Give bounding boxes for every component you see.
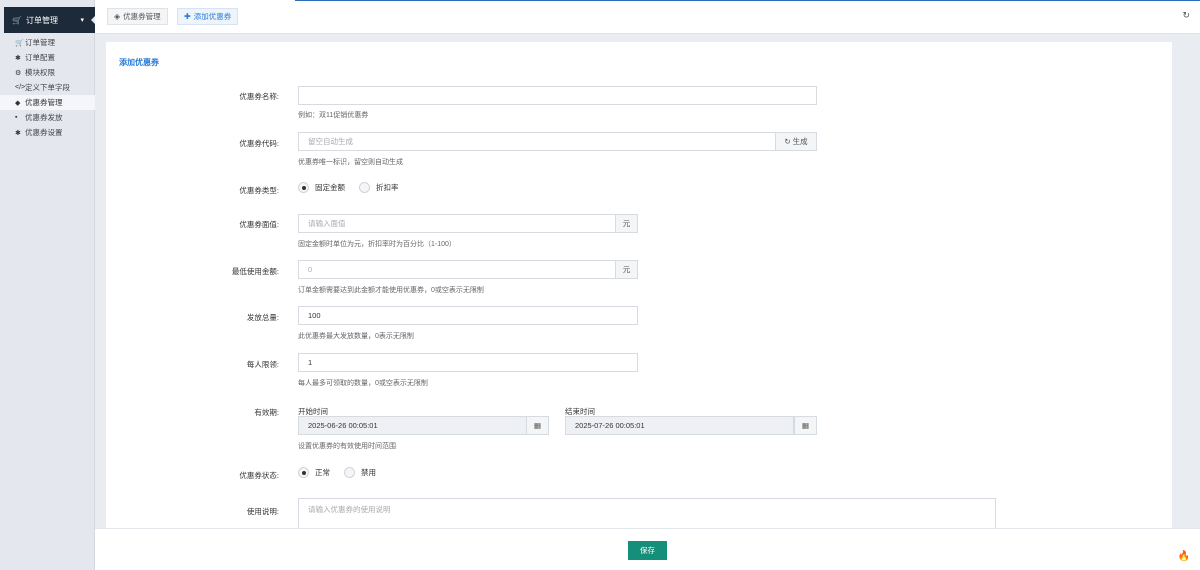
validity-label: 有效期: [254,408,279,417]
per-user-limit-label: 每人限领: [246,360,279,369]
total-quantity-label: 发放总量: [246,313,279,322]
face-value-label: 优惠券面值: [239,220,279,229]
status-disabled-label: 禁用 [361,468,376,477]
coupon-type-label: 优惠券类型: [239,186,279,195]
tab-label: 优惠券管理 [123,12,161,21]
fire-icon[interactable]: 🔥 [1178,551,1190,562]
end-calendar-icon[interactable]: ▦ [794,416,817,435]
coupon-code-help: 优惠券唯一标识，留空则自动生成 [298,159,403,166]
refresh-icon[interactable]: ↻ [1182,10,1190,21]
face-value-help: 固定金额时单位为元，折扣率时为百分比（1-100） [298,241,456,248]
sidebar-item-order-management[interactable]: 🛒 订单管理 [0,35,95,50]
add-coupon-form: 添加优惠券 优惠券名称: 例如：双11促销优惠券 优惠券代码: 留空自动生成 ↻… [106,42,1172,528]
cart-icon: 🛒 [12,15,22,25]
tab-add-coupon[interactable]: ✚ 添加优惠券 [177,8,239,25]
gear-icon: ✱ [15,54,21,62]
validity-help: 设置优惠券的有效使用时间范围 [298,443,396,450]
sidebar-header-order-management[interactable]: 🛒 订单管理 ▾ [4,7,97,33]
save-button[interactable]: 保存 [628,541,667,560]
start-time-input[interactable]: 2025-06-26 00:05:01 [298,416,527,435]
total-quantity-input[interactable]: 100 [298,306,638,325]
description-label: 使用说明: [246,507,279,516]
coupon-code-label: 优惠券代码: [239,139,279,148]
tab-bar: ◈ 优惠券管理 ✚ 添加优惠券 ↻ [95,0,1200,34]
sidebar-item-coupon-issue[interactable]: ▪ 优惠券发放 [0,110,95,125]
sidebar-item-label: 优惠券发放 [25,113,63,122]
cart-icon: 🛒 [15,39,24,47]
start-calendar-icon[interactable]: ▦ [526,416,549,435]
coupon-code-input[interactable]: 留空自动生成 [298,132,776,151]
end-time-input[interactable]: 2025-07-26 00:05:01 [565,416,794,435]
tab-label: 添加优惠券 [193,12,232,21]
type-fixed-radio[interactable] [298,182,309,193]
type-fixed-label: 固定金额 [315,183,345,192]
coupon-type-radio-group: 固定金额 折扣率 [298,182,413,193]
min-amount-label: 最低使用金额: [231,267,279,276]
sidebar-item-label: 定义下单字段 [25,83,70,92]
description-textarea[interactable]: 请输入优惠券的使用说明 [298,498,996,528]
refresh-icon: ↻ [784,137,791,146]
face-value-unit: 元 [615,214,638,233]
sidebar-item-order-fields[interactable]: </> 定义下单字段 [0,80,95,95]
sidebar-item-coupon-settings[interactable]: ✱ 优惠券设置 [0,125,95,140]
sidebar: 🛒 订单管理 ▾ 🛒 订单管理 ✱ 订单配置 ⚙ 模块权限 </> 定义下单字段 ◆ 优惠… [0,0,97,570]
sidebar-item-label: 模块权限 [25,68,55,77]
per-user-limit-input[interactable]: 1 [298,353,638,372]
face-value-input[interactable]: 请输入面值 [298,214,616,233]
gear-icon: ✱ [15,129,21,137]
min-amount-input[interactable]: 0 [298,260,616,279]
page-title: 添加优惠券 [119,58,159,67]
generate-button-label: 生成 [792,137,808,146]
chevron-down-icon: ▾ [80,17,84,24]
type-discount-label: 折扣率 [376,183,399,192]
ticket-icon: ◈ [114,12,121,21]
type-discount-radio[interactable] [359,182,370,193]
generate-code-button[interactable]: ↻ 生成 [775,132,817,151]
sidebar-item-label: 订单配置 [25,53,55,62]
status-disabled-radio[interactable] [344,467,355,478]
sidebar-menu: 🛒 订单管理 ✱ 订单配置 ⚙ 模块权限 </> 定义下单字段 ◆ 优惠券管理 ▪ 优惠券发… [0,35,95,140]
code-icon: </> [15,84,26,91]
sidebar-item-label: 优惠券管理 [25,98,63,107]
coupon-status-radio-group: 正常 禁用 [298,467,390,478]
sidebar-item-coupon-management[interactable]: ◆ 优惠券管理 [0,95,95,110]
cogs-icon: ⚙ [15,69,22,77]
sidebar-item-order-config[interactable]: ✱ 订单配置 [0,50,95,65]
sidebar-header-label: 订单管理 [26,15,58,25]
gift-icon: ▪ [15,114,18,121]
status-normal-radio[interactable] [298,467,309,478]
ticket-icon: ◆ [15,99,21,107]
status-normal-label: 正常 [315,468,330,477]
min-amount-unit: 元 [615,260,638,279]
tab-coupon-management[interactable]: ◈ 优惠券管理 [107,8,168,25]
total-quantity-help: 此优惠券最大发放数量，0表示无限制 [298,333,414,340]
sidebar-item-module-permissions[interactable]: ⚙ 模块权限 [0,65,95,80]
plus-icon: ✚ [184,12,191,21]
sidebar-item-label: 优惠券设置 [25,128,63,137]
coupon-status-label: 优惠券状态: [239,471,279,480]
coupon-name-label: 优惠券名称: [239,92,279,101]
tab-bar-accent-line [295,0,1200,1]
min-amount-help: 订单金额需要达到此金额才能使用优惠券，0或空表示无限制 [298,287,484,294]
form-footer: 保存 🔥 [95,528,1200,570]
per-user-limit-help: 每人最多可领取的数量，0或空表示无限制 [298,380,428,387]
sidebar-item-label: 订单管理 [25,38,55,47]
coupon-name-input[interactable] [298,86,817,105]
coupon-name-help: 例如：双11促销优惠券 [298,112,369,119]
